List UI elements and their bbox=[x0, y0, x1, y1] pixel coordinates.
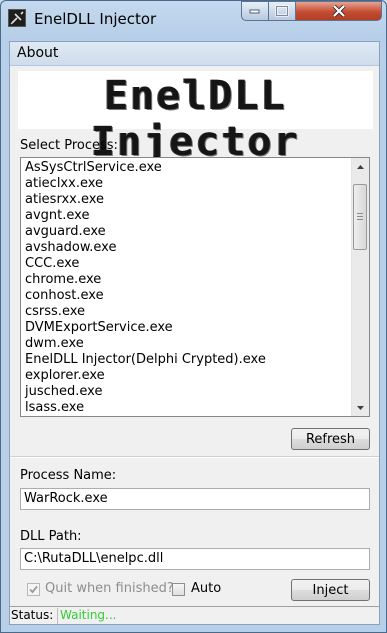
minimize-icon bbox=[249, 9, 260, 14]
list-item[interactable]: lsass.exe bbox=[25, 400, 347, 416]
status-divider bbox=[57, 608, 58, 624]
list-item[interactable]: atieclxx.exe bbox=[25, 176, 347, 192]
maximize-button[interactable] bbox=[269, 1, 296, 21]
logo-banner: EnelDLL Injector bbox=[18, 71, 373, 165]
list-item[interactable]: explorer.exe bbox=[25, 368, 347, 384]
quit-when-finished-label: Quit when finished? bbox=[45, 581, 174, 596]
window-client: About EnelDLL Injector Select Process: A… bbox=[9, 41, 380, 625]
quit-when-finished-checkbox[interactable] bbox=[27, 583, 40, 596]
syringe-icon bbox=[8, 9, 26, 27]
process-name-field[interactable]: WarRock.exe bbox=[20, 488, 370, 510]
scroll-down-button[interactable] bbox=[352, 399, 369, 416]
menu-bar: About bbox=[10, 42, 379, 66]
list-item[interactable]: EnelDLL Injector(Delphi Crypted).exe bbox=[25, 352, 347, 368]
minimize-button[interactable] bbox=[241, 1, 269, 21]
window-frame: EnelDLL Injector About EnelDLL Injector … bbox=[0, 0, 387, 633]
chevron-down-icon bbox=[357, 405, 364, 410]
maximize-icon bbox=[275, 5, 289, 17]
list-item[interactable]: avgnt.exe bbox=[25, 208, 347, 224]
select-process-label: Select Process: bbox=[20, 138, 118, 153]
refresh-button[interactable]: Refresh bbox=[291, 428, 370, 450]
status-bar: Status: Waiting... bbox=[10, 606, 379, 625]
status-label: Status: bbox=[11, 608, 54, 622]
window-title: EnelDLL Injector bbox=[34, 10, 157, 28]
dll-path-field[interactable]: C:\RutaDLL\enelpc.dll bbox=[20, 548, 370, 570]
vertical-scrollbar[interactable] bbox=[351, 158, 369, 416]
scroll-up-button[interactable] bbox=[352, 158, 369, 175]
list-item[interactable]: chrome.exe bbox=[25, 272, 347, 288]
process-listbox[interactable]: AsSysCtrlService.exe atieclxx.exe atiesrxx… bbox=[20, 157, 370, 417]
auto-label: Auto bbox=[191, 581, 222, 596]
auto-checkbox[interactable] bbox=[172, 583, 185, 596]
inject-button[interactable]: Inject bbox=[291, 579, 370, 601]
separator bbox=[10, 456, 379, 458]
list-item[interactable]: avguard.exe bbox=[25, 224, 347, 240]
process-list-items: AsSysCtrlService.exe atieclxx.exe atiesrxx… bbox=[25, 160, 347, 416]
list-item[interactable]: DVMExportService.exe bbox=[25, 320, 347, 336]
list-item[interactable]: conhost.exe bbox=[25, 288, 347, 304]
scrollbar-thumb[interactable] bbox=[353, 184, 367, 250]
list-item[interactable]: dwm.exe bbox=[25, 336, 347, 352]
list-item[interactable]: avshadow.exe bbox=[25, 240, 347, 256]
status-value: Waiting... bbox=[60, 608, 117, 622]
close-button[interactable] bbox=[296, 1, 382, 21]
thumb-grip bbox=[357, 219, 363, 220]
process-name-label: Process Name: bbox=[20, 468, 117, 483]
menu-about[interactable]: About bbox=[17, 45, 58, 61]
dll-path-label: DLL Path: bbox=[20, 529, 82, 544]
chevron-up-icon bbox=[357, 164, 364, 169]
list-item[interactable]: csrss.exe bbox=[25, 304, 347, 320]
list-item[interactable]: AsSysCtrlService.exe bbox=[25, 160, 347, 176]
thumb-grip bbox=[357, 213, 363, 214]
list-item[interactable]: CCC.exe bbox=[25, 256, 347, 272]
title-bar[interactable]: EnelDLL Injector bbox=[1, 1, 387, 37]
close-icon bbox=[332, 5, 345, 17]
list-item[interactable]: jusched.exe bbox=[25, 384, 347, 400]
list-item[interactable]: atiesrxx.exe bbox=[25, 192, 347, 208]
check-icon bbox=[29, 585, 38, 594]
thumb-grip bbox=[357, 216, 363, 217]
